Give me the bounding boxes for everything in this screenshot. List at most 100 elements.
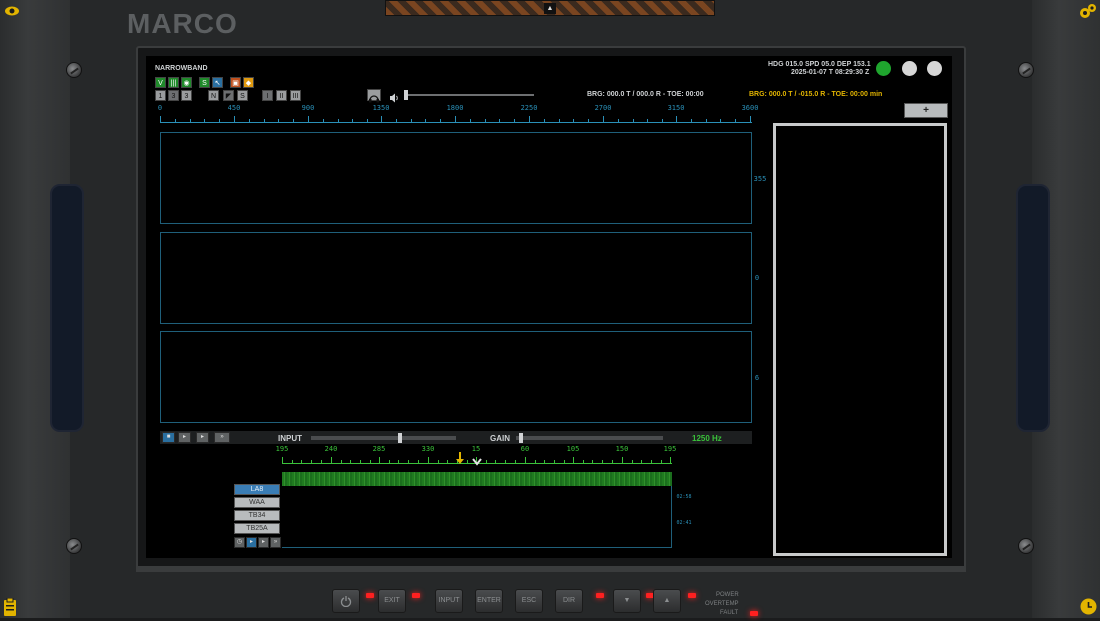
clock-icon[interactable] bbox=[1080, 598, 1097, 615]
toolbar-view-ii[interactable]: II bbox=[276, 90, 287, 101]
narrowband-axis-tick-label: 150 bbox=[615, 445, 629, 453]
toolbar-n[interactable]: N bbox=[208, 90, 219, 101]
narrowband-axis-minor-tick bbox=[370, 460, 371, 464]
station-item-waa[interactable]: WAA bbox=[234, 497, 280, 508]
narrowband-axis-minor-tick bbox=[292, 460, 293, 464]
narrowband-axis-minor-tick bbox=[447, 460, 448, 464]
headphones-button[interactable] bbox=[367, 89, 381, 103]
narrowband-axis-minor-tick bbox=[592, 460, 593, 464]
narrowband-axis-minor-tick bbox=[535, 460, 536, 464]
bearing-axis-minor-tick bbox=[396, 119, 397, 123]
input-slider-handle[interactable] bbox=[398, 433, 402, 443]
power-button[interactable] bbox=[332, 589, 360, 613]
narrowband-axis-tick-label: 285 bbox=[372, 445, 386, 453]
down-button[interactable]: ▼ bbox=[613, 589, 641, 613]
toolbar-button-cursor[interactable]: ↖ bbox=[212, 77, 223, 88]
toolbar-view-iii[interactable]: III bbox=[290, 90, 301, 101]
exit-button[interactable]: EXIT bbox=[378, 589, 406, 613]
waterfall-noise-band bbox=[282, 472, 672, 486]
bearing-axis-major-tick bbox=[750, 116, 751, 123]
status-light-white bbox=[927, 61, 942, 76]
narrowband-axis-minor-tick bbox=[612, 460, 613, 464]
bearing-axis-minor-tick bbox=[425, 119, 426, 123]
esc-button[interactable]: ESC bbox=[515, 589, 543, 613]
waterfall-display[interactable] bbox=[282, 486, 672, 548]
toolbar-num-1[interactable]: 1 bbox=[155, 90, 166, 101]
fast-forward-button[interactable]: » bbox=[214, 432, 230, 443]
narrowband-axis-minor-tick bbox=[602, 460, 603, 464]
input-label: INPUT bbox=[278, 434, 302, 443]
bearing-axis-major-tick bbox=[529, 116, 530, 123]
gain-slider-handle[interactable] bbox=[519, 433, 523, 443]
narrowband-axis-minor-tick bbox=[632, 460, 633, 464]
rack-handle-right[interactable] bbox=[1016, 184, 1050, 432]
narrowband-axis-minor-tick bbox=[554, 460, 555, 464]
step-button[interactable]: ▸ bbox=[196, 432, 209, 443]
narrowband-axis-minor-tick bbox=[350, 460, 351, 464]
narrowband-axis-minor-tick bbox=[641, 460, 642, 464]
toolbar-num-3[interactable]: 3 bbox=[181, 90, 192, 101]
settings-gears-icon[interactable] bbox=[1079, 3, 1097, 19]
bearing-axis-tick-label: 3600 bbox=[741, 104, 759, 112]
clipboard-icon[interactable] bbox=[3, 597, 17, 616]
gain-slider[interactable] bbox=[516, 433, 663, 443]
bearing-time-plot-1[interactable] bbox=[160, 132, 752, 224]
station-step-button[interactable]: ▸ bbox=[258, 537, 269, 548]
steer-marker-icon[interactable] bbox=[456, 451, 464, 464]
chevron-down-icon[interactable] bbox=[472, 453, 482, 466]
narrowband-axis-minor-tick bbox=[408, 460, 409, 464]
toolbar-button-mark[interactable]: ◆ bbox=[243, 77, 254, 88]
led-indicator bbox=[412, 593, 420, 598]
bearing-axis-minor-tick bbox=[647, 119, 648, 123]
play-button[interactable]: ▸ bbox=[178, 432, 191, 443]
bearing-axis-minor-tick bbox=[573, 119, 574, 123]
top-drawer-tab[interactable]: ▲ bbox=[385, 0, 715, 16]
enter-button[interactable]: ENTER bbox=[475, 589, 503, 613]
up-button[interactable]: ▲ bbox=[653, 589, 681, 613]
right-display-panel[interactable] bbox=[773, 123, 947, 556]
chevron-up-icon[interactable]: ▲ bbox=[544, 3, 556, 14]
station-item-tb34[interactable]: TB34 bbox=[234, 510, 280, 521]
input-button[interactable]: INPUT bbox=[435, 589, 463, 613]
narrowband-axis-minor-tick bbox=[495, 460, 496, 464]
bearing-axis-tick-label: 2700 bbox=[594, 104, 612, 112]
station-item-la8[interactable]: LA8 bbox=[234, 484, 280, 495]
rack-handle-left[interactable] bbox=[50, 184, 84, 432]
dir-button[interactable]: DIR bbox=[555, 589, 583, 613]
stop-button[interactable]: ■ bbox=[162, 432, 175, 443]
fault-led bbox=[750, 611, 758, 616]
narrowband-axis-minor-tick bbox=[583, 460, 584, 464]
volume-slider[interactable] bbox=[404, 90, 534, 100]
bearing-axis-minor-tick bbox=[499, 119, 500, 123]
toolbar-s[interactable]: S bbox=[237, 90, 248, 101]
bearing-axis-minor-tick bbox=[514, 119, 515, 123]
narrowband-axis-tick-label: 60 bbox=[520, 445, 530, 453]
toolbar-button-display[interactable]: ▣ bbox=[230, 77, 241, 88]
toolbar-view-i[interactable]: I bbox=[262, 90, 273, 101]
speaker-icon bbox=[389, 90, 399, 103]
input-slider[interactable] bbox=[311, 433, 456, 443]
toolbar-button-target[interactable]: ◉ bbox=[181, 77, 192, 88]
bearing-axis: 0 450 900 1350 1800 2250 2700 3150 3600 bbox=[158, 104, 758, 124]
bolt bbox=[66, 62, 82, 78]
station-item-tb25a[interactable]: TB25A bbox=[234, 523, 280, 534]
waterfall-time-label: 02:41 bbox=[676, 520, 692, 526]
bearing-axis-minor-tick bbox=[485, 119, 486, 123]
bearing-time-plot-3[interactable] bbox=[160, 331, 752, 423]
expand-button[interactable]: + bbox=[904, 103, 948, 118]
narrowband-axis-major-tick bbox=[331, 457, 332, 464]
bearing-axis-minor-tick bbox=[720, 119, 721, 123]
station-fast-button[interactable]: » bbox=[270, 537, 281, 548]
history-clock-button[interactable]: ◷ bbox=[234, 537, 245, 548]
bearing-axis-minor-tick bbox=[633, 119, 634, 123]
eye-icon[interactable] bbox=[4, 4, 20, 18]
volume-slider-handle[interactable] bbox=[404, 90, 408, 100]
toolbar-button-bars[interactable]: ||| bbox=[168, 77, 179, 88]
bearing-time-plot-2[interactable] bbox=[160, 232, 752, 324]
toolbar-button-s[interactable]: S bbox=[199, 77, 210, 88]
station-play-button[interactable]: ▸ bbox=[246, 537, 257, 548]
toolbar-button-v[interactable]: V bbox=[155, 77, 166, 88]
toolbar-arrow[interactable]: ◤ bbox=[223, 90, 234, 101]
plot-side-label: 0 bbox=[754, 274, 760, 282]
toolbar-num-2[interactable]: 3 bbox=[168, 90, 179, 101]
